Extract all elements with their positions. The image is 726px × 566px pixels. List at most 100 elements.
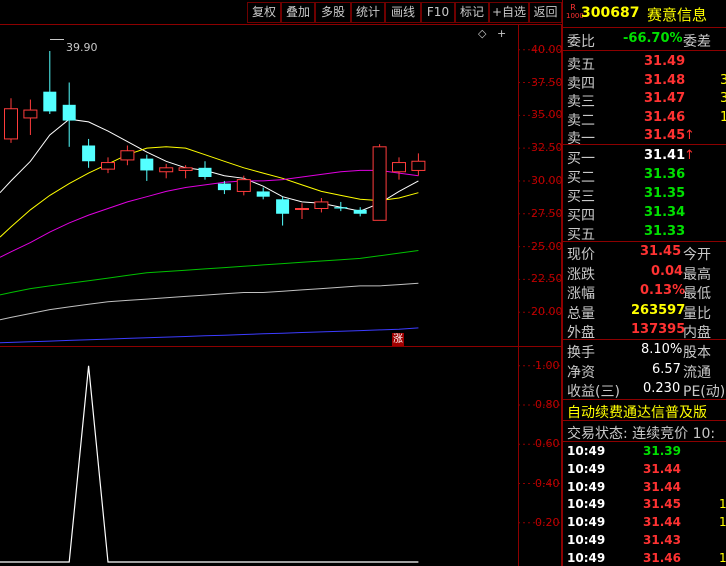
ticker-row[interactable]: 自动续费通达信普及版 [563, 400, 726, 421]
stat2-value: 6.57 [652, 361, 681, 377]
bid-row: 买五 31.33 [563, 222, 726, 243]
price-axis-tick: 22.50 [531, 272, 563, 286]
up-arrow-icon: ↑ [684, 128, 695, 143]
ask-label: 卖一 [567, 131, 595, 147]
candle-body-up [372, 146, 387, 221]
bid-row: 买一 31.41 ↑ [563, 146, 726, 167]
ma-line-5 [0, 282, 419, 321]
trade-status-row: 交易状态: 连续竞价 10: [563, 421, 726, 442]
ask-price: 31.46 [644, 109, 686, 125]
bid-price: 31.41 [644, 148, 686, 163]
tick-time: 10:49 [567, 461, 606, 476]
ma-line-4 [0, 250, 419, 296]
ask-row: 卖一 31.45 ↑ [563, 126, 726, 147]
tick-volume: 1 [719, 515, 726, 530]
price-axis-tick: 25.00 [531, 239, 563, 253]
ma-line-6 [0, 327, 419, 344]
tick-price: 31.45 [643, 497, 681, 512]
tick-time: 10:49 [567, 479, 606, 494]
candle-body-down [217, 183, 231, 191]
candle-body-down [198, 167, 212, 177]
high-pointer-line [50, 39, 64, 40]
diamond-icon[interactable]: ◇ [478, 27, 486, 40]
tick-time: 10:49 [567, 497, 606, 512]
candle-body-up [101, 162, 115, 170]
price-axis-tick: 32.50 [531, 141, 563, 155]
volume-axis-tick: 0.20 [535, 515, 560, 529]
stat2-row: 换手 8.10% 股本 [563, 340, 726, 361]
tick-price: 31.43 [643, 533, 681, 547]
tick-volume: 1 [719, 550, 726, 565]
stat2-label-2: PE(动) [683, 384, 726, 400]
candle-body-up [4, 108, 18, 140]
tick-time: 10:49 [567, 550, 606, 565]
candle-body-up [120, 150, 135, 161]
bid-price: 31.33 [644, 224, 686, 239]
stat2-row: 收益(三) 0.230 PE(动) [563, 379, 726, 400]
stat-row: 总量 263597 量比 [563, 301, 726, 322]
ask-row: 卖四 31.48 3 [563, 71, 726, 92]
stat2-label: 收益(三) [567, 384, 620, 400]
stock-code: 300687 [581, 5, 640, 21]
bid-price: 31.34 [644, 205, 686, 220]
candle-body-up [159, 167, 174, 173]
ask-volume: 3 [720, 91, 726, 106]
tick-time: 10:49 [567, 444, 606, 458]
ask-row: 卖二 31.46 1 [563, 108, 726, 129]
bid-row: 买三 31.35 [563, 184, 726, 205]
bid-price: 31.36 [644, 167, 686, 182]
ask-row: 卖三 31.47 3 [563, 89, 726, 110]
ticker-text: 自动续费通达信普及版 [567, 405, 707, 421]
tick-price: 31.46 [643, 550, 681, 565]
ask-price: 31.45 [644, 128, 686, 143]
candle-body-down [353, 209, 367, 214]
candle-body-up [236, 179, 251, 192]
tick-time: 10:49 [567, 515, 606, 530]
limit-up-marker: 涨 [392, 333, 404, 346]
candle-body-down [276, 199, 290, 214]
ask-price: 31.48 [644, 72, 686, 88]
bid-price: 31.35 [644, 186, 686, 201]
price-axis-tick: 30.00 [531, 173, 563, 187]
candle-body-up [23, 109, 38, 119]
weibi-row: 委比 -66.70% 委差 [567, 31, 711, 50]
tick-price: 31.44 [643, 461, 681, 476]
stock-name: 赛意信息 [647, 6, 708, 24]
stat2-value: 8.10% [641, 342, 683, 357]
stat-row: 现价 31.45 今开 [563, 242, 726, 263]
volume-axis-tick: 0.80 [535, 398, 560, 412]
candlestick-chart[interactable] [0, 0, 562, 566]
stat-value: 0.13% [640, 283, 686, 298]
stat-value: 263597 [631, 302, 686, 318]
trade-status: 交易状态: 连续竞价 10: [567, 426, 716, 442]
bid-row: 买二 31.36 [563, 165, 726, 186]
tick-price: 31.44 [643, 479, 681, 494]
ask-price: 31.47 [644, 91, 686, 106]
high-price-label: 39.90 [66, 41, 98, 54]
ask-price: 31.49 [644, 54, 686, 69]
price-axis-tick: 20.00 [531, 305, 563, 319]
plus-icon[interactable]: + [497, 27, 506, 40]
stat-row: 涨幅 0.13% 最低 [563, 281, 726, 302]
stat-value: 137395 [631, 322, 686, 337]
volume-line [0, 365, 419, 563]
bid-row: 买四 31.34 [563, 203, 726, 224]
ma-line-2 [0, 146, 419, 238]
r-badge-icon: R 1000 [566, 3, 584, 20]
candle-body-up [392, 162, 406, 173]
ma-line-3 [0, 169, 419, 258]
ask-row: 卖五 31.49 [563, 52, 726, 73]
candle-body-down [82, 145, 96, 162]
price-axis-tick: 40.00 [531, 42, 563, 56]
ma-line-1 [0, 118, 419, 212]
stat-value: 31.45 [640, 244, 682, 259]
candle-body-up [295, 208, 309, 210]
price-axis-tick: 27.50 [531, 206, 563, 220]
volume-axis-tick: 1.00 [535, 358, 560, 372]
candle-body-down [43, 91, 57, 112]
stat-value: 0.04 [651, 263, 684, 279]
candle-body-up [411, 160, 426, 171]
ask-volume: 1 [720, 109, 726, 125]
candle-body-up [314, 201, 329, 209]
quote-panel: R 1000 300687 赛意信息 委比 -66.70% 委差 卖五 31.49… [562, 0, 726, 566]
